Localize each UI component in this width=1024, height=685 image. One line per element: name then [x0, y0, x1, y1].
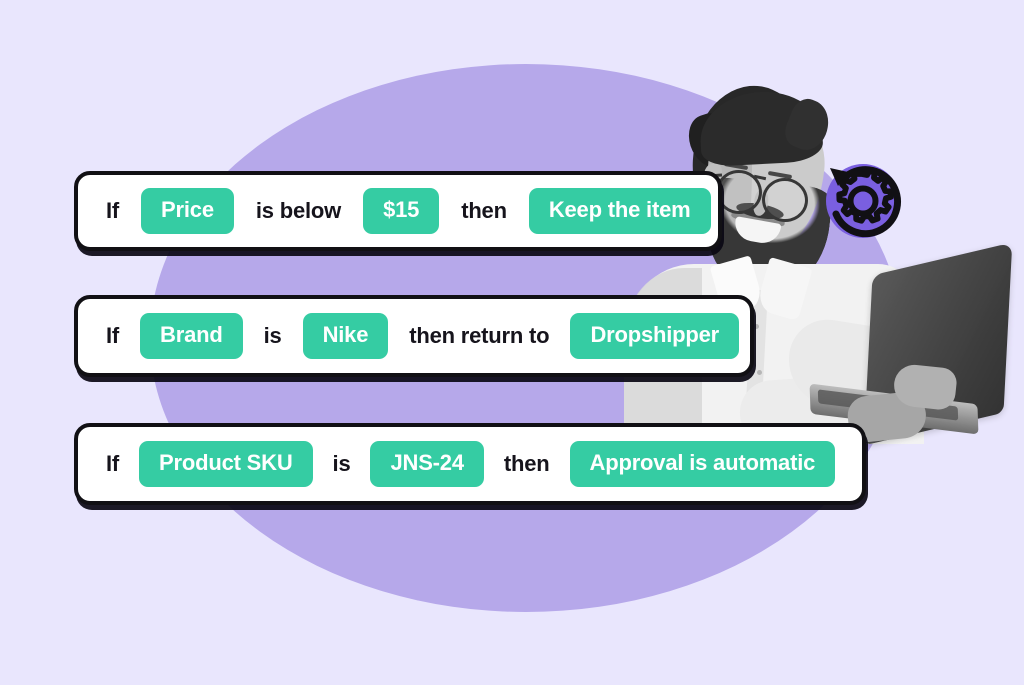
rule-token-pill[interactable]: Dropshipper [570, 313, 740, 359]
rule-token-pill[interactable]: Price [141, 188, 234, 234]
rule-card-content: If Product SKU is JNS-24 then Approval i… [78, 441, 836, 487]
rule-token-pill[interactable]: JNS-24 [370, 441, 484, 487]
illustration-canvas: If Price is below $15 then Keep the item… [0, 0, 1024, 685]
rule-token-pill[interactable]: Brand [140, 313, 243, 359]
man-with-laptop-photo [612, 78, 1013, 453]
gear-refresh-badge [818, 152, 916, 250]
rule-card-brand[interactable]: If Brand is Nike then return to Dropship… [74, 295, 754, 377]
rule-token-text: is below [255, 198, 342, 223]
rule-card-content: If Brand is Nike then return to Dropship… [78, 313, 740, 359]
rule-token-text: is [263, 323, 282, 348]
rule-card-price[interactable]: If Price is below $15 then Keep the item [74, 171, 722, 251]
rule-token-text: If [106, 198, 120, 223]
rule-token-text: If [106, 323, 120, 348]
gear-refresh-icon [830, 166, 902, 238]
rule-token-pill[interactable]: Product SKU [139, 441, 313, 487]
shirt-button [757, 370, 762, 375]
rule-token-pill[interactable]: Nike [302, 313, 389, 359]
rule-token-text: is [332, 451, 351, 476]
rule-token-text: If [106, 451, 120, 476]
rule-card-sku[interactable]: If Product SKU is JNS-24 then Approval i… [74, 423, 866, 505]
rule-token-text: then [461, 198, 507, 223]
rule-token-text: then return to [409, 323, 550, 348]
rule-token-text: then [503, 451, 550, 476]
rule-token-pill[interactable]: Keep the item [528, 188, 711, 234]
rule-card-content: If Price is below $15 then Keep the item [78, 188, 711, 234]
rule-token-pill[interactable]: $15 [363, 188, 440, 234]
rule-token-pill[interactable]: Approval is automatic [569, 441, 836, 487]
shirt-button [754, 324, 759, 329]
